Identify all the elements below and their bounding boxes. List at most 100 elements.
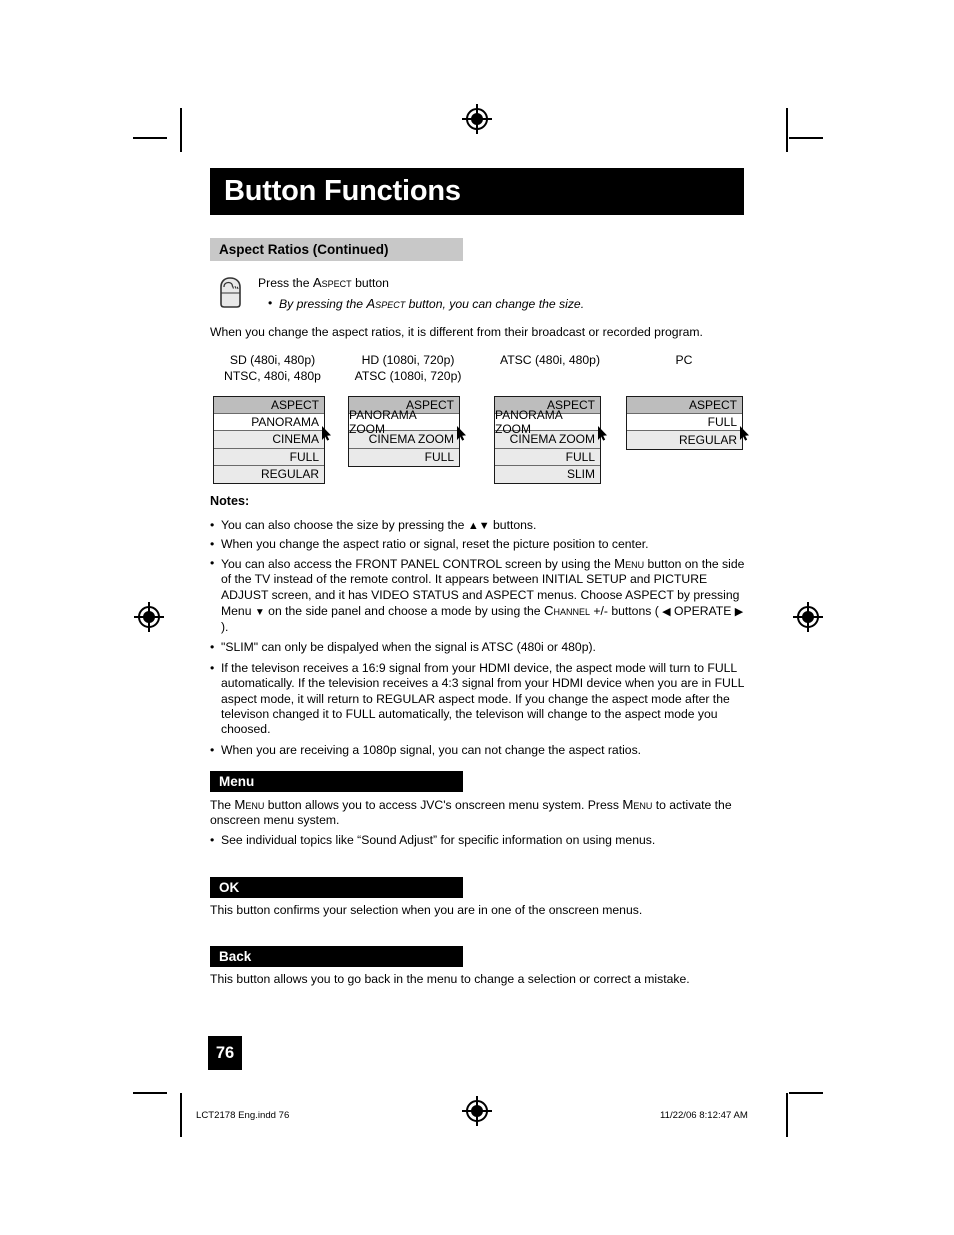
aspect-intro-paragraph: When you change the aspect ratios, it is… <box>210 325 703 339</box>
note-3-menu-keyword: Menu <box>614 556 645 571</box>
table-label-hd-line2: ATSC (1080i, 720p) <box>354 368 462 383</box>
press-aspect-pre: Press the <box>258 276 313 290</box>
note-5-text: If the televison receives a 16:9 signal … <box>221 661 744 737</box>
bullet-dot: • <box>210 537 215 551</box>
note-3-mid2: on the side panel and choose a mode by u… <box>264 603 544 618</box>
table-label-hd-line1: HD (1080i, 720p) <box>361 353 455 367</box>
table-label-pc-line1: PC <box>675 353 693 367</box>
menu-keyword-1: Menu <box>234 797 265 812</box>
table-atsc-row-3[interactable]: SLIM <box>495 465 600 483</box>
bullet-dot: • <box>210 556 215 570</box>
footer-rule-left <box>180 1101 182 1135</box>
table-atsc-row-1[interactable]: CINEMA ZOOM <box>495 431 600 449</box>
table-pc-row-0[interactable]: FULL <box>627 414 742 432</box>
note-3-post: ). <box>221 620 229 635</box>
table-pc-row-1[interactable]: REGULAR <box>627 431 742 449</box>
table-atsc-row-2[interactable]: FULL <box>495 448 600 466</box>
section-heading-ok: OK <box>210 877 463 898</box>
note-item-6: • When you are receiving a 1080p signal,… <box>210 743 750 758</box>
press-aspect-post: button <box>351 276 389 290</box>
bullet-dot: • <box>268 296 273 310</box>
press-aspect-keyword: Aspect <box>312 275 352 290</box>
table-label-sd: SD (480i, 480p) NTSC, 480i, 480p <box>205 353 340 384</box>
table-label-atsc-line1: ATSC (480i, 480p) <box>499 353 601 367</box>
press-bullet-keyword: Aspect <box>366 296 406 311</box>
bullet-dot: • <box>210 640 215 654</box>
note-3-mid3: +/- buttons ( <box>590 603 663 618</box>
bullet-text: By pressing the Aspect button, you can c… <box>279 296 688 312</box>
note-3-text: You can also access the FRONT PANEL CONT… <box>221 556 745 635</box>
hand-press-icon <box>212 275 246 316</box>
press-aspect-line: Press the Aspect button <box>258 275 678 291</box>
crop-mark-top-right-h <box>789 137 823 139</box>
table-label-sd-line2: NTSC, 480i, 480p <box>224 368 321 383</box>
note-3-pre: You can also access the FRONT PANEL CONT… <box>221 557 615 571</box>
note-item-5: • If the televison receives a 16:9 signa… <box>210 661 752 737</box>
table-label-hd: HD (1080i, 720p) ATSC (1080i, 720p) <box>338 353 478 384</box>
down-triangle-icon: ▼ <box>254 606 265 618</box>
table-sd-row-2[interactable]: FULL <box>214 448 324 466</box>
table-hd-row-0[interactable]: PANORAMA ZOOM <box>349 408 459 436</box>
table-label-sd-line1: SD (480i, 480p) <box>229 353 316 367</box>
note-6-text: When you are receiving a 1080p signal, y… <box>221 743 642 757</box>
footer-rule-right <box>786 1101 788 1135</box>
note-3-mid4: OPERATE <box>670 603 735 618</box>
manual-page: Button Functions Aspect Ratios (Continue… <box>0 0 954 1235</box>
menu-keyword-2: Menu <box>622 797 653 812</box>
table-atsc-row-0[interactable]: PANORAMA ZOOM <box>495 408 600 436</box>
section-heading-aspect-ratios: Aspect Ratios (Continued) <box>210 238 463 261</box>
registration-mark-left <box>134 602 164 632</box>
aspect-table-atsc: ASPECT PANORAMA ZOOM CINEMA ZOOM FULL SL… <box>494 396 601 484</box>
footer-timestamp: 11/22/06 8:12:47 AM <box>660 1110 748 1121</box>
table-sd-row-0[interactable]: PANORAMA <box>214 414 324 432</box>
table-label-atsc: ATSC (480i, 480p) <box>485 353 615 369</box>
aspect-table-hd: ASPECT PANORAMA ZOOM CINEMA ZOOM FULL <box>348 396 460 467</box>
menu-bullet: • See individual topics like “Sound Adju… <box>210 833 750 848</box>
bullet-dot: • <box>210 661 215 675</box>
back-body-paragraph: This button allows you to go back in the… <box>210 972 690 986</box>
bullet-dot: • <box>210 743 215 757</box>
note-3-channel-keyword: Channel <box>543 602 590 618</box>
crop-mark-top-left-h <box>133 137 167 139</box>
note-1-text: You can also choose the size by pressing… <box>221 518 750 534</box>
crop-mark-bottom-left-h <box>133 1092 167 1094</box>
menu-body-mid: button allows you to access JVC's onscre… <box>264 798 623 812</box>
press-bullet-pre: By pressing the <box>279 297 367 311</box>
table-hd-row-2[interactable]: FULL <box>349 448 459 466</box>
crop-mark-top-left-v <box>180 108 182 152</box>
section-heading-back: Back <box>210 946 463 967</box>
bullet-dot: • <box>210 833 215 847</box>
table-sd-row-1[interactable]: CINEMA <box>214 431 324 449</box>
note-item-2: • When you change the aspect ratio or si… <box>210 537 750 552</box>
page-title: Button Functions <box>210 168 744 215</box>
note-item-3: • You can also access the FRONT PANEL CO… <box>210 556 745 635</box>
bullet-dot: • <box>210 518 215 532</box>
updown-triangle-icon: ▲▼ <box>467 520 490 532</box>
left-triangle-icon: ◀ <box>662 605 671 618</box>
crop-mark-top-right-v <box>786 108 788 152</box>
menu-bullet-text: See individual topics like “Sound Adjust… <box>221 833 656 847</box>
press-bullet-post: button, you can change the size. <box>405 297 585 311</box>
aspect-table-sd: ASPECT PANORAMA CINEMA FULL REGULAR <box>213 396 325 484</box>
table-sd-header: ASPECT <box>214 397 324 415</box>
note-2-text: When you change the aspect ratio or sign… <box>221 537 649 551</box>
table-pc-header: ASPECT <box>627 397 742 415</box>
registration-mark-top <box>462 104 492 134</box>
note-1-post: buttons. <box>489 518 537 532</box>
aspect-table-pc: ASPECT FULL REGULAR <box>626 396 743 450</box>
footer-filename: LCT2178 Eng.indd 76 <box>196 1110 290 1121</box>
menu-body-pre: The <box>210 798 235 812</box>
menu-body-paragraph: The Menu button allows you to access JVC… <box>210 797 748 829</box>
note-item-4: • "SLIM" can only be dispalyed when the … <box>210 640 750 655</box>
page-number-badge: 76 <box>208 1036 242 1070</box>
note-1-pre: You can also choose the size by pressing… <box>221 518 468 532</box>
table-label-pc: PC <box>620 353 748 369</box>
note-4-text: "SLIM" can only be dispalyed when the si… <box>221 640 596 654</box>
notes-heading: Notes: <box>210 494 250 508</box>
table-sd-row-3[interactable]: REGULAR <box>214 465 324 483</box>
section-heading-menu: Menu <box>210 771 463 792</box>
registration-mark-right <box>793 602 823 632</box>
right-triangle-icon: ▶ <box>734 605 744 618</box>
note-item-1: • You can also choose the size by pressi… <box>210 518 750 534</box>
registration-mark-bottom <box>462 1096 492 1126</box>
